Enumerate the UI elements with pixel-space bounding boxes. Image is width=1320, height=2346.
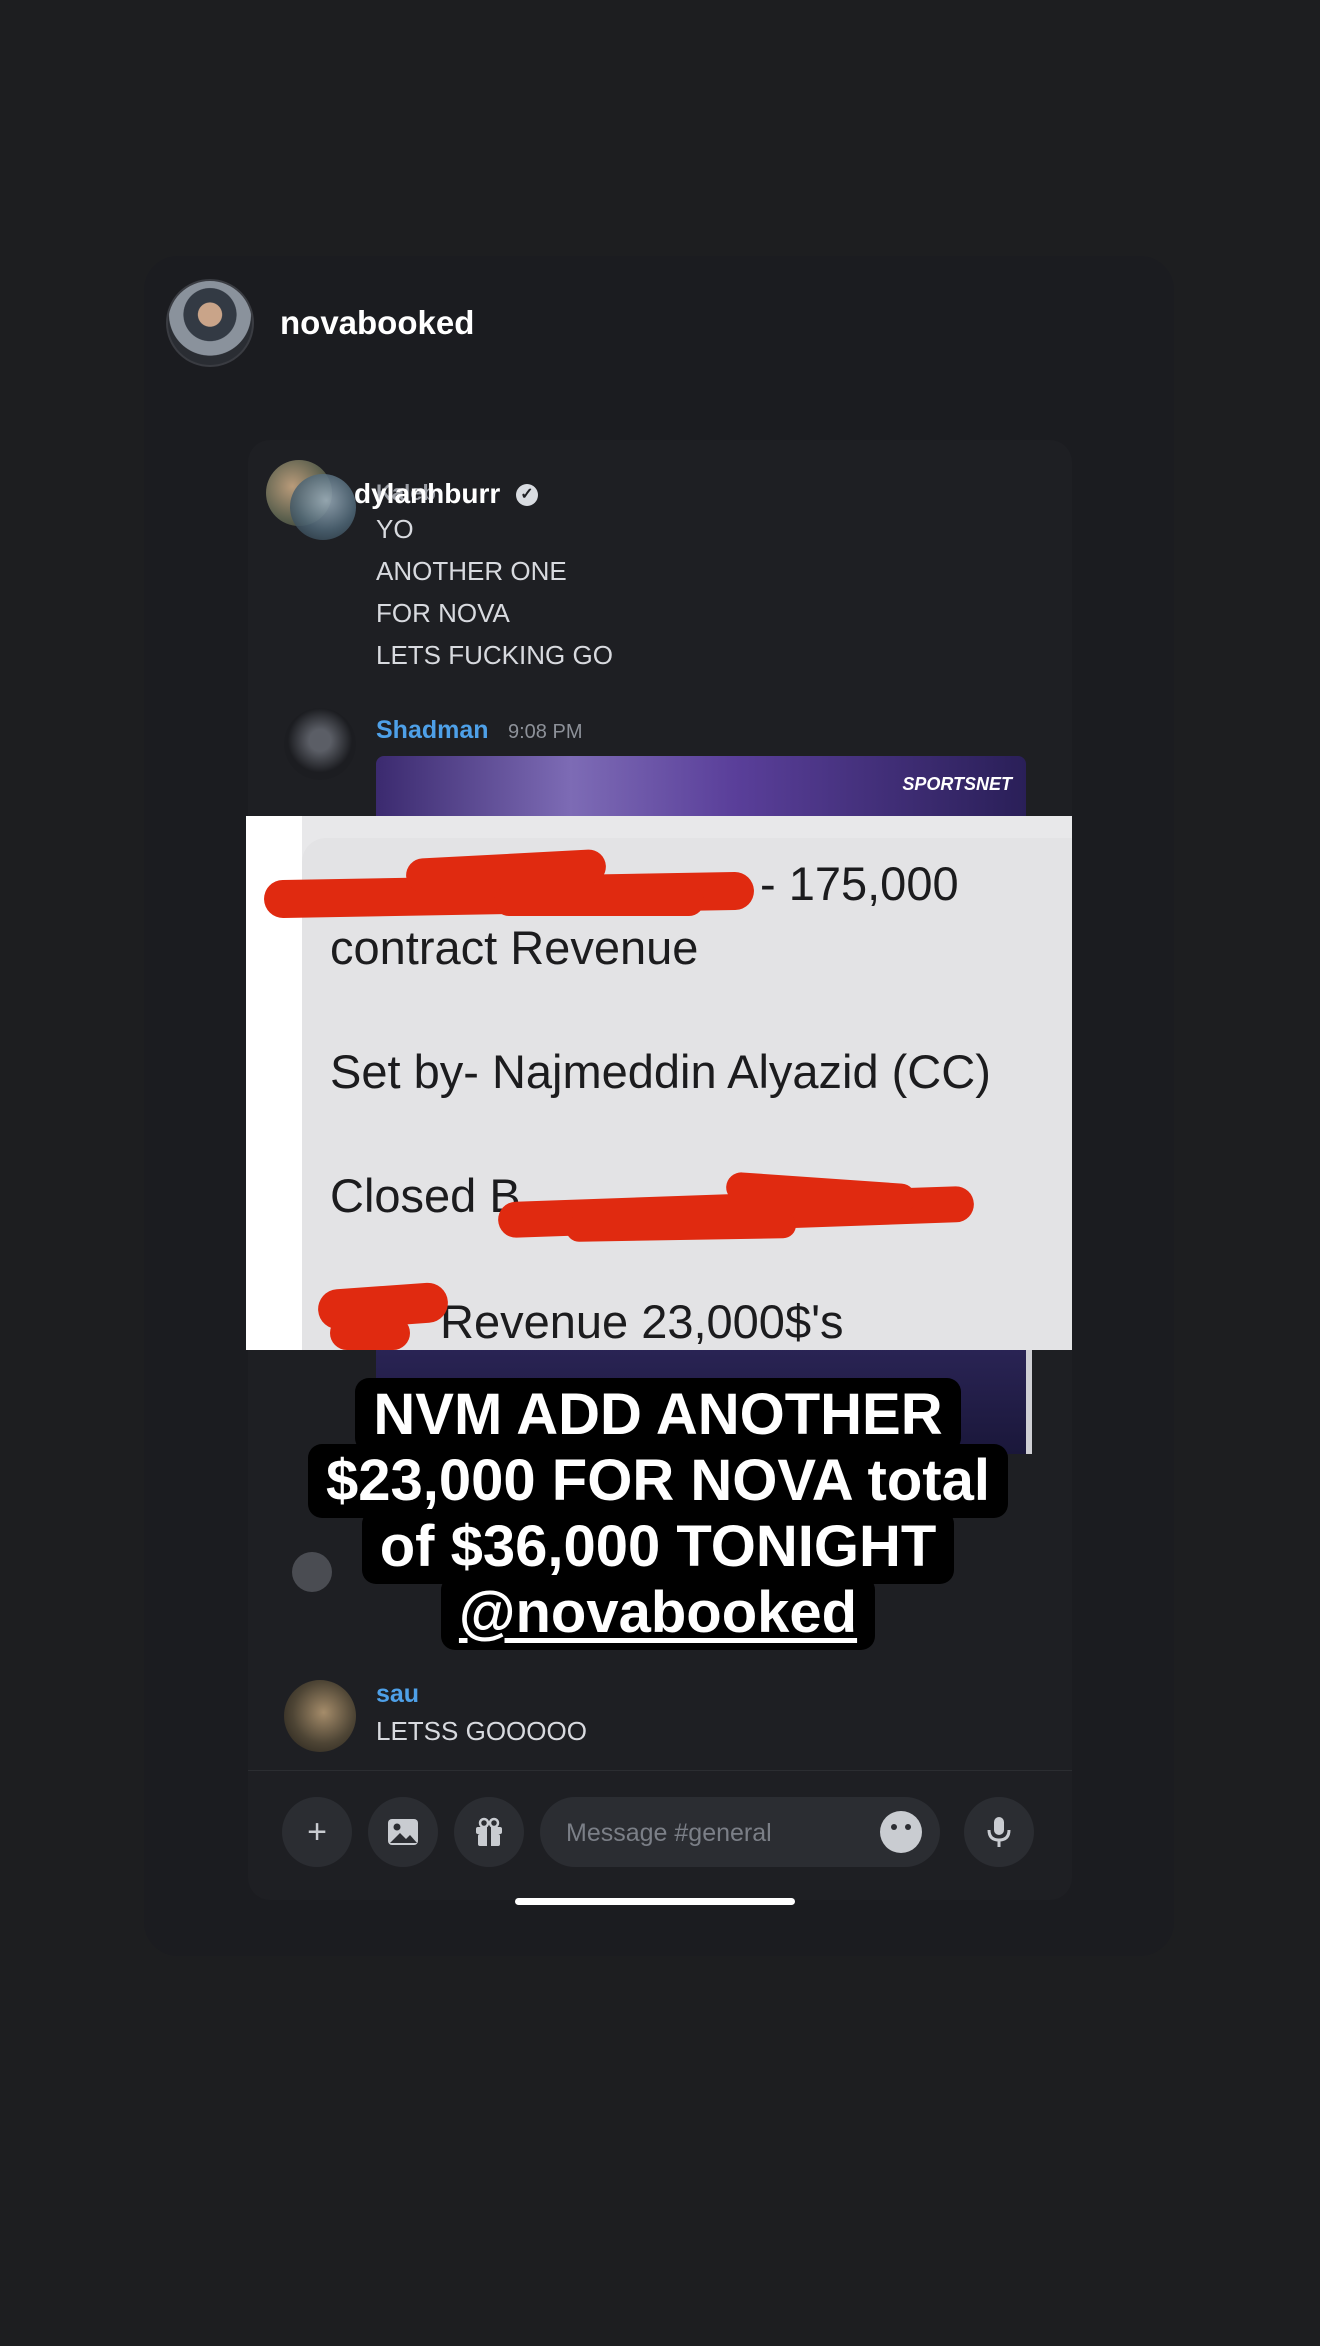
story-caption: NVM ADD ANOTHER $23,000 FOR NOVA total o…	[258, 1378, 1058, 1650]
screenshot-line: - 175,000	[760, 857, 959, 910]
message-composer: +	[248, 1770, 1072, 1881]
mention-link[interactable]: @novabooked	[440, 1576, 876, 1650]
message-line: ANOTHER ONE	[376, 556, 567, 586]
screenshot-line: Closed B	[330, 1169, 521, 1222]
pasted-screenshot: - 175,000 contract Revenue Set by- Najme…	[246, 816, 1072, 1350]
author-avatar[interactable]	[284, 1680, 356, 1752]
caption-line: NVM ADD ANOTHER	[355, 1378, 961, 1452]
message-line: FOR NOVA	[376, 598, 510, 628]
message-text: LETSS GOOOOO	[376, 1716, 587, 1746]
mic-icon[interactable]	[964, 1797, 1034, 1867]
emoji-icon[interactable]	[880, 1811, 922, 1853]
gift-icon[interactable]	[454, 1797, 524, 1867]
message-author[interactable]: Shadman	[376, 716, 489, 745]
message-input-box[interactable]	[540, 1797, 940, 1869]
embed-image[interactable]: SPORTSNET	[376, 756, 1026, 820]
image-icon[interactable]	[368, 1797, 438, 1867]
home-indicator[interactable]	[515, 1898, 795, 1905]
overlay-username: dylanhburr	[354, 478, 501, 509]
message-input[interactable]	[564, 1797, 868, 1869]
redaction-scribble	[565, 1211, 797, 1243]
shadman-avatar[interactable]	[284, 708, 356, 780]
message-author[interactable]: sau	[376, 1680, 419, 1709]
screenshot-line: contract Revenue	[330, 921, 699, 974]
story-header[interactable]: novabooked	[166, 279, 474, 367]
author-avatar-2[interactable]	[290, 474, 356, 540]
screenshot-line: Set by- Najmeddin Alyazid (CC)	[330, 1045, 991, 1098]
caption-line: of $36,000 TONIGHT	[361, 1510, 955, 1584]
user-avatar[interactable]	[166, 279, 254, 367]
sportsnet-logo: SPORTSNET	[902, 774, 1012, 794]
redaction-scribble	[494, 886, 704, 916]
screenshot-line: Revenue 23,000$'s	[440, 1295, 844, 1348]
verified-icon: ✓	[516, 484, 538, 506]
message-line: LETS FUCKING GO	[376, 640, 613, 670]
story-username[interactable]: novabooked	[280, 304, 474, 342]
message-time: 9:08 PM	[508, 721, 583, 743]
caption-line: $23,000 FOR NOVA total	[308, 1444, 1008, 1518]
plus-icon[interactable]: +	[282, 1797, 352, 1867]
message-line: YO	[376, 514, 414, 544]
redaction-scribble	[330, 1316, 410, 1350]
